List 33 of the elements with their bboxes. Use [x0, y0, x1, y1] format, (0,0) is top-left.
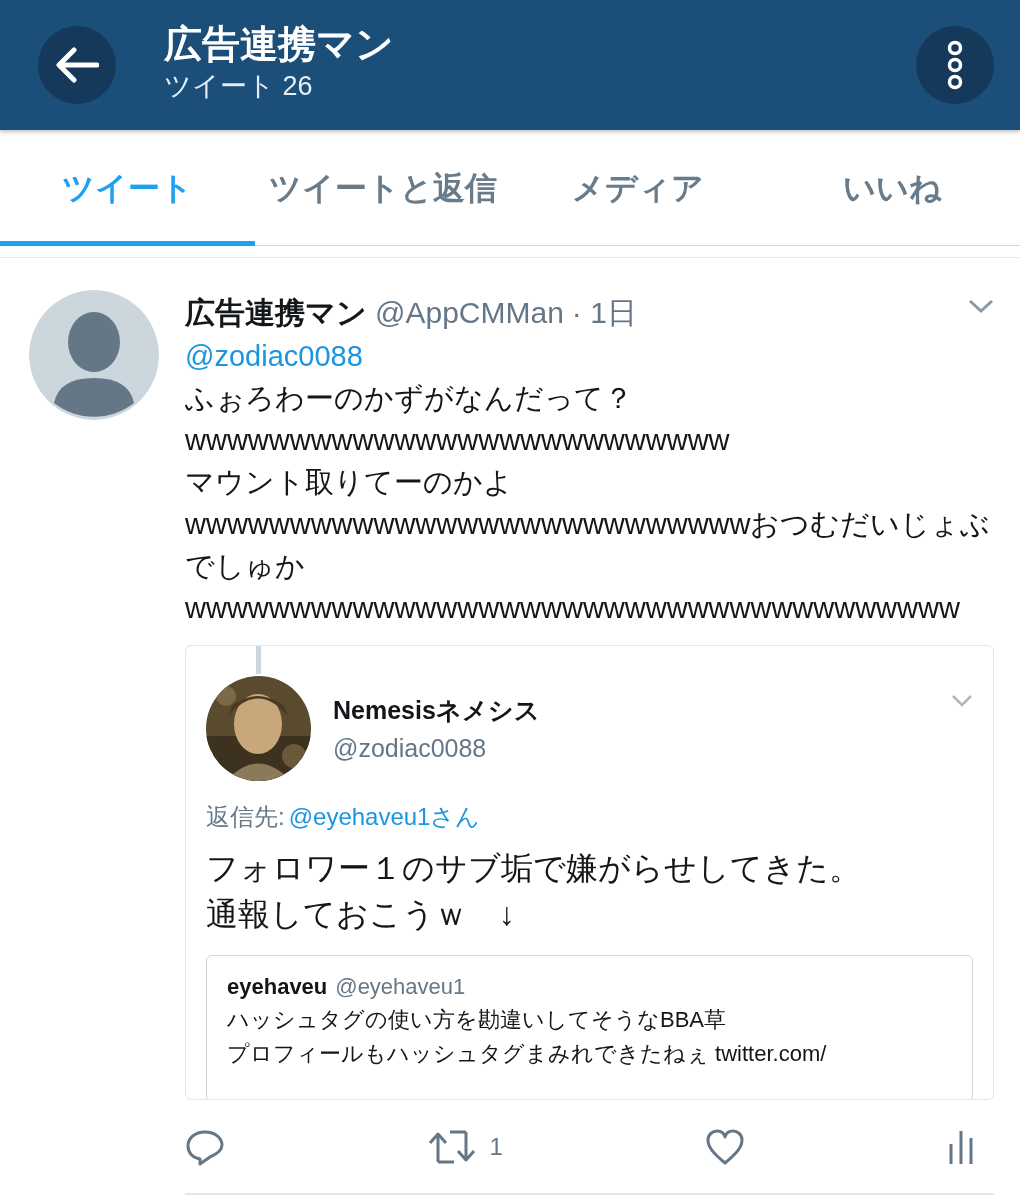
more-icon [947, 40, 963, 90]
tweet-text-line: wwwwwwwwwwwwwwwwwwwwwwwwwwwwwwwwwwwww [185, 591, 961, 626]
default-avatar-icon[interactable] [29, 290, 159, 420]
tweet-text-line: マウント取りてーのかよ [185, 465, 514, 500]
author-handle: @AppCMMan [375, 295, 564, 331]
back-arrow-icon [55, 47, 99, 83]
caret-icon[interactable] [968, 298, 994, 314]
nested-author-handle: @eyehaveu1 [335, 973, 466, 1001]
nested-author-name: eyehaveu [227, 973, 328, 1001]
profile-title: 広告連携マン [164, 23, 395, 66]
retweet-count: 1 [489, 1131, 503, 1162]
reply-label: 返信先: [206, 802, 285, 832]
quoted-tweet-card[interactable]: Nemesisネメシス @zodiac0088 返信先: @eyehaveu1さん フォロワー１のサブ垢で嫌がらせしてきた。 通報しておこうｗ ↓ eyehaveu @eyehaveu1 ハッシュタグの使い方を勘違いしてそうなBBA草 プロフィールもハッシュタグまみれできたねぇ twitter.com/ [185, 645, 994, 1100]
tweet-time: · 1日 [571, 295, 637, 331]
nested-tweet-line: ハッシュタグの使い方を勘違いしてそうなBBA草 [227, 1006, 728, 1034]
nested-quote-card[interactable]: eyehaveu @eyehaveu1 ハッシュタグの使い方を勘違いしてそうなBBA草 プロフィールもハッシュタグまみれできたねぇ twitter.com/ [206, 955, 973, 1099]
reply-to-link[interactable]: @eyehaveu1さん [288, 799, 481, 835]
like-button[interactable] [705, 1127, 746, 1166]
profile-tab[interactable]: いいね [765, 130, 1020, 246]
quoted-author-handle: @zodiac0088 [333, 732, 488, 764]
profile-tab[interactable]: ツイートと返信 [255, 130, 510, 246]
mention-link[interactable]: @zodiac0088 [185, 335, 363, 377]
nested-tweet-line: プロフィールもハッシュタグまみれできたねぇ twitter.com/ [227, 1040, 828, 1068]
quoted-tweet-line: フォロワー１のサブ垢で嫌がらせしてきた。 [206, 849, 862, 888]
quoted-author-name: Nemesisネメシス [333, 695, 541, 726]
tweet-text-line: ふぉろわーのかずがなんだって？ [185, 381, 634, 416]
profile-tab[interactable]: ツイート [0, 130, 255, 246]
quoted-tweet-line: 通報しておこうｗ ↓ [206, 895, 516, 934]
retweet-button[interactable]: 1 [427, 1127, 503, 1166]
profile-tab[interactable]: メディア [510, 130, 765, 246]
tweet-count: ツイート 26 [164, 69, 314, 103]
tweet-text-line: wwwwwwwwwwwwwwwwwwwwwwwwww [185, 423, 731, 458]
author-name: 広告連携マン [185, 295, 367, 331]
